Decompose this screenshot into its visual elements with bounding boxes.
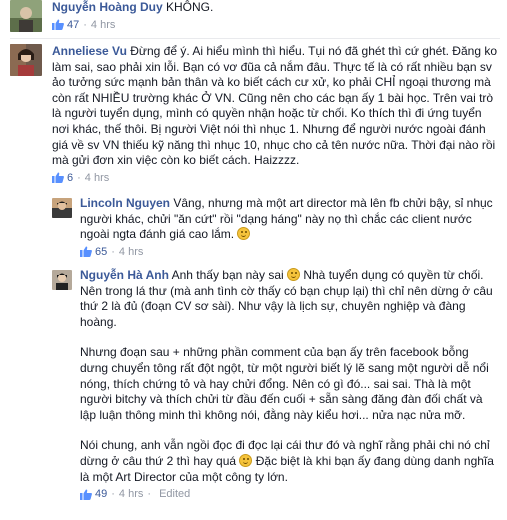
timestamp[interactable]: 4 hrs (85, 171, 109, 185)
timestamp[interactable]: 4 hrs (119, 245, 143, 259)
like-count[interactable]: 49 (95, 487, 107, 501)
comment-meta: 47 · 4 hrs (52, 18, 500, 32)
comment-text: Đừng để ý. Ai hiểu mình thì hiểu. Tụi nó… (52, 44, 498, 168)
like-thumb-icon[interactable] (52, 19, 64, 31)
like-count[interactable]: 47 (67, 18, 79, 32)
like-thumb-icon[interactable] (80, 246, 92, 258)
comment-nguyen-hoang-duy: Nguyễn Hoàng Duy KHÔNG. 47 · 4 hrs (10, 0, 500, 38)
divider (10, 38, 500, 39)
like-count[interactable]: 65 (95, 245, 107, 259)
avatar[interactable] (10, 0, 42, 32)
comment-text: KHÔNG. (166, 0, 214, 14)
smile-emoticon-icon (287, 268, 300, 281)
commenter-name[interactable]: Nguyễn Hà Anh (80, 268, 169, 282)
commenter-name[interactable]: Anneliese Vu (52, 44, 127, 58)
commenter-name[interactable]: Nguyễn Hoàng Duy (52, 0, 163, 14)
smile-emoticon-icon (239, 453, 253, 467)
like-count[interactable]: 6 (67, 171, 73, 185)
commenter-name[interactable]: Lincoln Nguyen (80, 196, 170, 210)
comment-paragraph: Nhưng đoạn sau + những phần comment của … (80, 345, 489, 422)
comment-text: Anh thấy bạn này sai (171, 268, 284, 282)
comment-meta: 6 · 4 hrs (52, 171, 500, 185)
like-thumb-icon[interactable] (80, 489, 92, 500)
comment-anneliese-vu: Anneliese Vu Đừng để ý. Ai hiểu mình thì… (10, 44, 500, 192)
avatar[interactable] (10, 44, 42, 76)
tongue-emoticon-icon (237, 227, 251, 241)
comment-meta: 49 · 4 hrs · Edited (80, 487, 500, 501)
edited-label[interactable]: Edited (159, 487, 190, 501)
reply-nguyen-ha-anh: Nguyễn Hà Anh Anh thấy bạn này sai Nhà t… (52, 268, 500, 516)
like-thumb-icon[interactable] (52, 172, 64, 184)
avatar[interactable] (52, 198, 72, 218)
reply-lincoln-nguyen: Lincoln Nguyen Vâng, nhưng mà một art di… (52, 196, 500, 260)
timestamp[interactable]: 4 hrs (119, 487, 143, 501)
avatar[interactable] (52, 270, 72, 290)
timestamp[interactable]: 4 hrs (91, 18, 115, 32)
comment-meta: 65 · 4 hrs (80, 245, 500, 259)
